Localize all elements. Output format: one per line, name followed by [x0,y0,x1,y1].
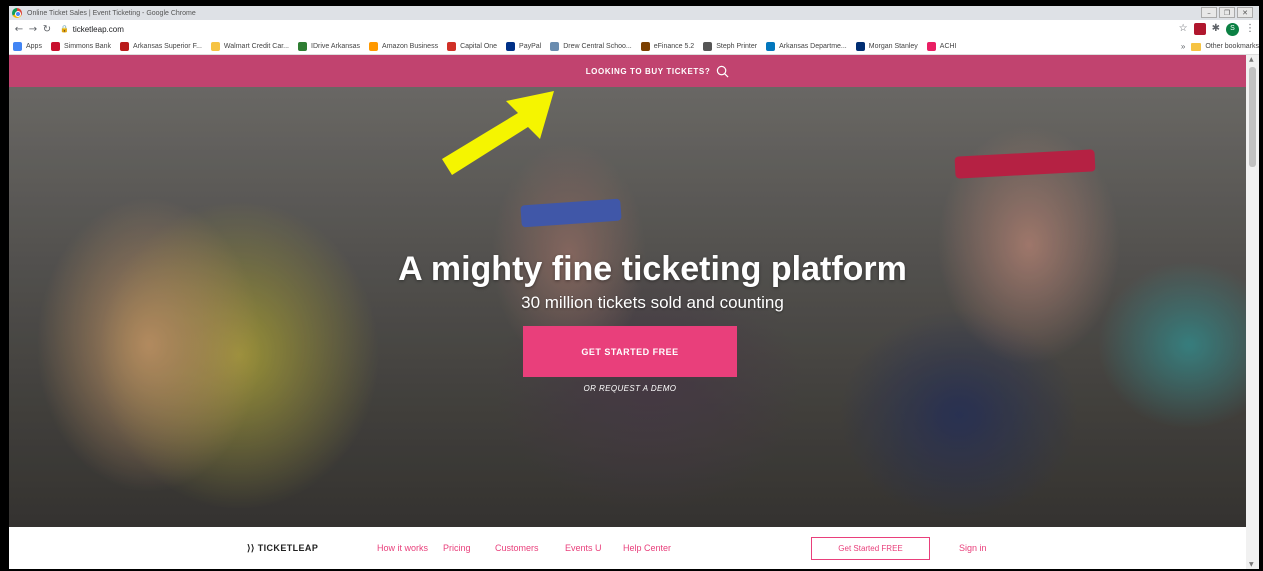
bookmark-favicon-icon [766,41,776,51]
bookmark-item[interactable]: Arkansas Superior F... [120,41,202,51]
bookmark-favicon-icon [447,41,457,51]
window-title: Online Ticket Sales | Event Ticketing - … [27,9,196,17]
bookmark-favicon-icon [506,41,516,51]
maximize-icon[interactable]: ❐ [1219,7,1235,18]
chrome-logo-icon [12,8,22,18]
bookmark-label: Arkansas Superior F... [133,42,202,50]
bookmark-label: Steph Printer [716,42,758,50]
bookmark-label: Simmons Bank [63,42,112,50]
browser-window: Online Ticket Sales | Event Ticketing - … [9,6,1259,569]
hero-subheadline: 30 million tickets sold and counting [521,293,784,312]
nav-how-it-works[interactable]: How it works [377,543,428,553]
folder-icon [1191,42,1202,51]
bookmark-label: Morgan Stanley [868,42,918,50]
bookmark-favicon-icon [369,41,379,51]
bookmark-label: Amazon Business [382,42,439,50]
nav-pricing[interactable]: Pricing [443,543,471,553]
forward-icon[interactable]: → [26,24,40,35]
bookmark-item[interactable]: Drew Central Schoo... [550,41,632,51]
bookmark-item[interactable]: IDrive Arkansas [298,41,361,51]
bookmark-favicon-icon [640,41,650,51]
bookmark-favicon-icon [703,41,713,51]
bookmarks-right: » Other bookmarks [1174,38,1259,54]
bookmark-label: eFinance 5.2 [653,42,695,50]
hero-background-image [9,55,1246,527]
bookmark-item[interactable]: ACHI [926,41,957,51]
hero-headline: A mighty fine ticketing platform [398,250,907,288]
nav-events-u[interactable]: Events U [565,543,602,553]
nav-help-center[interactable]: Help Center [623,543,671,553]
back-icon[interactable]: ← [12,24,26,35]
bookmark-item[interactable]: Simmons Bank [50,41,112,51]
lock-icon[interactable]: 🔒 [60,25,69,33]
puzzle-icon[interactable]: ✱ [1212,22,1220,36]
bookmark-item[interactable]: Capital One [447,41,498,51]
logo-text: TICKETLEAP [257,543,319,553]
bookmark-favicon-icon [50,41,60,51]
bookmark-item[interactable]: eFinance 5.2 [640,41,695,51]
title-bar: Online Ticket Sales | Event Ticketing - … [9,6,1259,20]
logo-mark-icon: ⟩⟩ [247,543,255,553]
bookmark-label: Walmart Credit Car... [223,42,290,50]
close-icon[interactable]: ✕ [1237,7,1253,18]
bookmark-label: PayPal [519,42,542,50]
avatar[interactable]: S [1226,22,1239,36]
address-bar: ← → ↻ 🔒 ticketleap.com ☆ ✱ S ⋮ [9,20,1259,38]
search-icon[interactable] [716,65,729,78]
blindfold-left [520,198,622,228]
scroll-thumb[interactable] [1249,67,1256,167]
bookmark-label: Drew Central Schoo... [563,42,632,50]
bookmark-item[interactable]: Amazon Business [369,41,439,51]
scroll-up-icon[interactable]: ▲ [1249,56,1254,63]
bookmark-favicon-icon [210,41,220,51]
bookmark-favicon-icon [13,41,22,51]
minimize-icon[interactable]: – [1201,7,1217,18]
bookmark-item[interactable]: Apps [13,41,42,51]
url-field[interactable]: ticketleap.com [73,25,124,34]
bookmark-item[interactable]: PayPal [506,41,542,51]
page-viewport: LOOKING TO BUY TICKETS? A mighty fine ti… [9,55,1246,569]
bookmark-item[interactable]: Steph Printer [703,41,758,51]
reload-icon[interactable]: ↻ [40,24,54,35]
bookmark-item[interactable]: Arkansas Departme... [766,41,847,51]
bookmark-favicon-icon [120,41,130,51]
annotation-arrow [442,91,554,175]
request-demo-link[interactable]: OR REQUEST A DEMO [523,384,737,393]
bookmark-item[interactable]: Walmart Credit Car... [210,41,290,51]
extensions-area: ☆ ✱ S ⋮ [1179,22,1255,36]
buy-tickets-label[interactable]: LOOKING TO BUY TICKETS? [586,67,711,76]
bookmark-label: ACHI [939,42,957,50]
nav-get-started-button[interactable]: Get Started FREE [811,537,930,560]
menu-icon[interactable]: ⋮ [1245,22,1255,36]
other-bookmarks[interactable]: Other bookmarks [1205,43,1259,50]
bookmark-item[interactable]: Morgan Stanley [855,41,918,51]
window-controls: – ❐ ✕ [1201,7,1253,18]
vertical-scrollbar[interactable]: ▲ ▼ [1246,55,1259,569]
ticketleap-logo[interactable]: ⟩⟩ TICKETLEAP [247,543,318,554]
nav-sign-in[interactable]: Sign in [959,543,987,553]
scroll-down-icon[interactable]: ▼ [1249,561,1254,568]
bookmark-list: Apps Simmons Bank Arkansas Superior F... Wa… [9,41,966,51]
bookmarks-bar: Apps Simmons Bank Arkansas Superior F... Wa… [9,38,1259,55]
bookmark-label: Apps [26,42,42,50]
nav-customers[interactable]: Customers [495,543,539,553]
blindfold-right [954,149,1096,179]
buy-tickets-banner[interactable]: LOOKING TO BUY TICKETS? [9,55,1246,87]
bookmark-label: Arkansas Departme... [779,42,847,50]
star-icon[interactable]: ☆ [1179,22,1188,36]
bookmark-favicon-icon [926,41,936,51]
site-nav-bar: ⟩⟩ TICKETLEAP How it works Pricing Custo… [9,527,1246,569]
bookmark-label: Capital One [460,42,498,50]
bookmark-label: IDrive Arkansas [311,42,361,50]
get-started-free-button[interactable]: GET STARTED FREE [523,326,737,377]
bookmark-favicon-icon [550,41,560,51]
bookmark-favicon-icon [298,41,308,51]
pdf-extension-icon[interactable] [1193,23,1206,35]
bookmark-favicon-icon [855,41,865,51]
more-bookmarks-icon[interactable]: » [1181,42,1185,51]
